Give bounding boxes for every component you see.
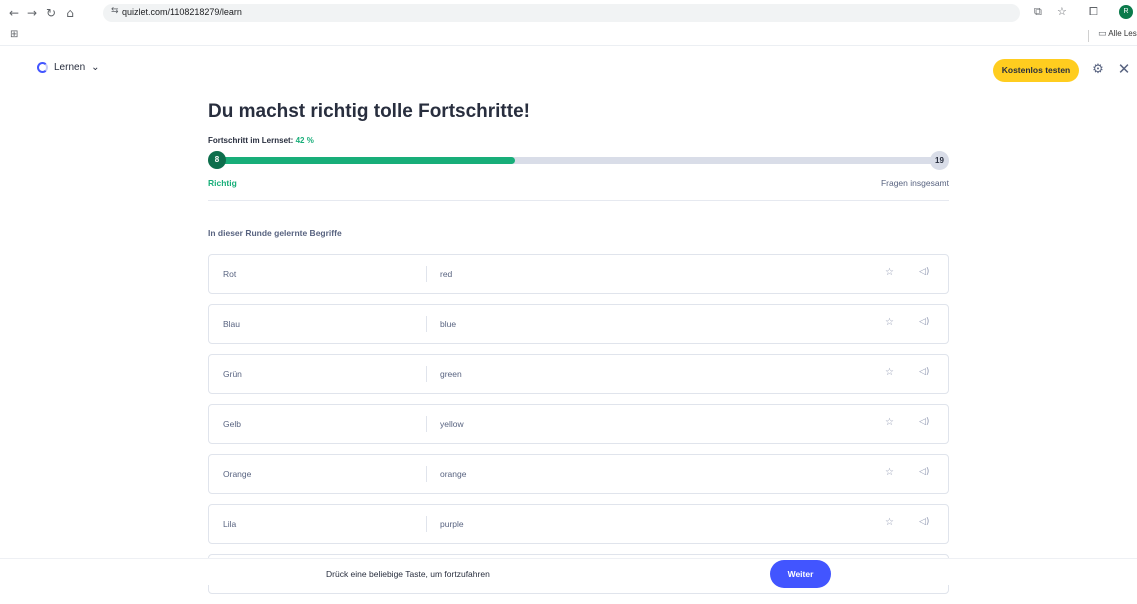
star-icon[interactable]: ☆ <box>885 417 894 428</box>
term-row: Grün green ☆ ◁) <box>208 354 949 394</box>
total-questions-label: Fragen insgesamt <box>880 178 949 188</box>
progress-percent: 42 % <box>295 136 314 145</box>
settings-icon[interactable]: ⚙ <box>1090 62 1106 78</box>
progress-bar <box>210 157 936 164</box>
study-mode-selector[interactable]: Lernen ⌄ <box>37 62 100 73</box>
extensions-icon[interactable]: ⧠ <box>1089 5 1098 19</box>
term-word: Blau <box>223 319 241 329</box>
progress-label-text: Fortschritt im Lernset: <box>208 136 294 145</box>
term-row: Gelb yellow ☆ ◁) <box>208 404 949 444</box>
speaker-icon[interactable]: ◁) <box>919 417 929 427</box>
term-definition: green <box>440 369 462 379</box>
speaker-icon[interactable]: ◁) <box>919 367 929 377</box>
term-divider <box>426 316 427 332</box>
site-info-icon[interactable]: ⇆ <box>111 6 119 16</box>
term-word: Grün <box>223 369 242 379</box>
term-row: Orange orange ☆ ◁) <box>208 454 949 494</box>
footer-bar <box>0 558 1137 585</box>
cast-icon[interactable]: ⧉ <box>1034 5 1042 19</box>
star-icon[interactable]: ☆ <box>885 467 894 478</box>
term-definition: orange <box>440 469 467 479</box>
total-count-badge: 19 <box>930 151 949 170</box>
correct-label: Richtig <box>208 178 237 188</box>
bookmarks-bar <box>0 26 1137 46</box>
term-word: Lila <box>223 519 237 529</box>
term-word: Gelb <box>223 419 241 429</box>
continue-button[interactable]: Weiter <box>770 560 831 588</box>
back-icon[interactable]: ← <box>6 5 22 21</box>
address-bar[interactable]: ⇆ quizlet.com/1108218279/learn <box>103 4 1020 22</box>
star-icon[interactable]: ☆ <box>885 267 894 278</box>
profile-avatar[interactable]: R <box>1119 5 1133 19</box>
forward-icon[interactable]: → <box>24 5 40 21</box>
divider <box>208 200 949 201</box>
bookmark-folder[interactable]: ▭ Alle Lesezeichen <box>1098 29 1137 39</box>
star-icon[interactable]: ☆ <box>885 517 894 528</box>
term-definition: red <box>440 269 453 279</box>
bookmarks-separator <box>1088 30 1089 42</box>
home-icon[interactable]: ⌂ <box>62 5 78 21</box>
continue-hint: Drück eine beliebige Taste, um fortzufah… <box>326 569 490 579</box>
bookmark-star-icon[interactable]: ☆ <box>1057 5 1067 18</box>
term-definition: purple <box>440 519 464 529</box>
term-row: Rot red ☆ ◁) <box>208 254 949 294</box>
study-mode-label: Lernen <box>54 62 86 73</box>
term-definition: yellow <box>440 419 464 429</box>
page-title: Du machst richtig tolle Fortschritte! <box>208 101 530 122</box>
free-trial-button[interactable]: Kostenlos testen <box>993 59 1079 82</box>
term-divider <box>426 466 427 482</box>
apps-icon[interactable]: ⊞ <box>10 29 18 40</box>
term-definition: blue <box>440 319 457 329</box>
reload-icon[interactable]: ↻ <box>43 5 59 21</box>
term-list: Rot red ☆ ◁) Blau blue ☆ ◁) Grün green ☆… <box>208 254 949 604</box>
chevron-down-icon: ⌄ <box>91 62 100 73</box>
progress-bar-fill <box>210 157 515 164</box>
term-word: Rot <box>223 269 237 279</box>
speaker-icon[interactable]: ◁) <box>919 467 929 477</box>
learn-mode-icon <box>37 62 48 73</box>
term-word: Orange <box>223 469 252 479</box>
speaker-icon[interactable]: ◁) <box>919 317 929 327</box>
folder-icon: ▭ <box>1098 29 1107 39</box>
learned-terms-heading: In dieser Runde gelernte Begriffe <box>208 228 342 238</box>
bookmark-folder-label: Alle Lesezeichen <box>1108 29 1137 38</box>
term-row: Blau blue ☆ ◁) <box>208 304 949 344</box>
speaker-icon[interactable]: ◁) <box>919 267 929 277</box>
url-text[interactable]: quizlet.com/1108218279/learn <box>122 7 242 17</box>
term-divider <box>426 516 427 532</box>
term-divider <box>426 416 427 432</box>
browser-toolbar: ← → ↻ ⌂ ⇆ quizlet.com/1108218279/learn ⧉… <box>0 0 1137 26</box>
correct-count-badge: 8 <box>208 151 226 169</box>
term-divider <box>426 266 427 282</box>
term-divider <box>426 366 427 382</box>
term-row: Lila purple ☆ ◁) <box>208 504 949 544</box>
star-icon[interactable]: ☆ <box>885 317 894 328</box>
speaker-icon[interactable]: ◁) <box>919 517 929 527</box>
progress-label: Fortschritt im Lernset: 42 % <box>208 136 314 145</box>
star-icon[interactable]: ☆ <box>885 367 894 378</box>
close-icon[interactable]: ✕ <box>1116 61 1132 77</box>
